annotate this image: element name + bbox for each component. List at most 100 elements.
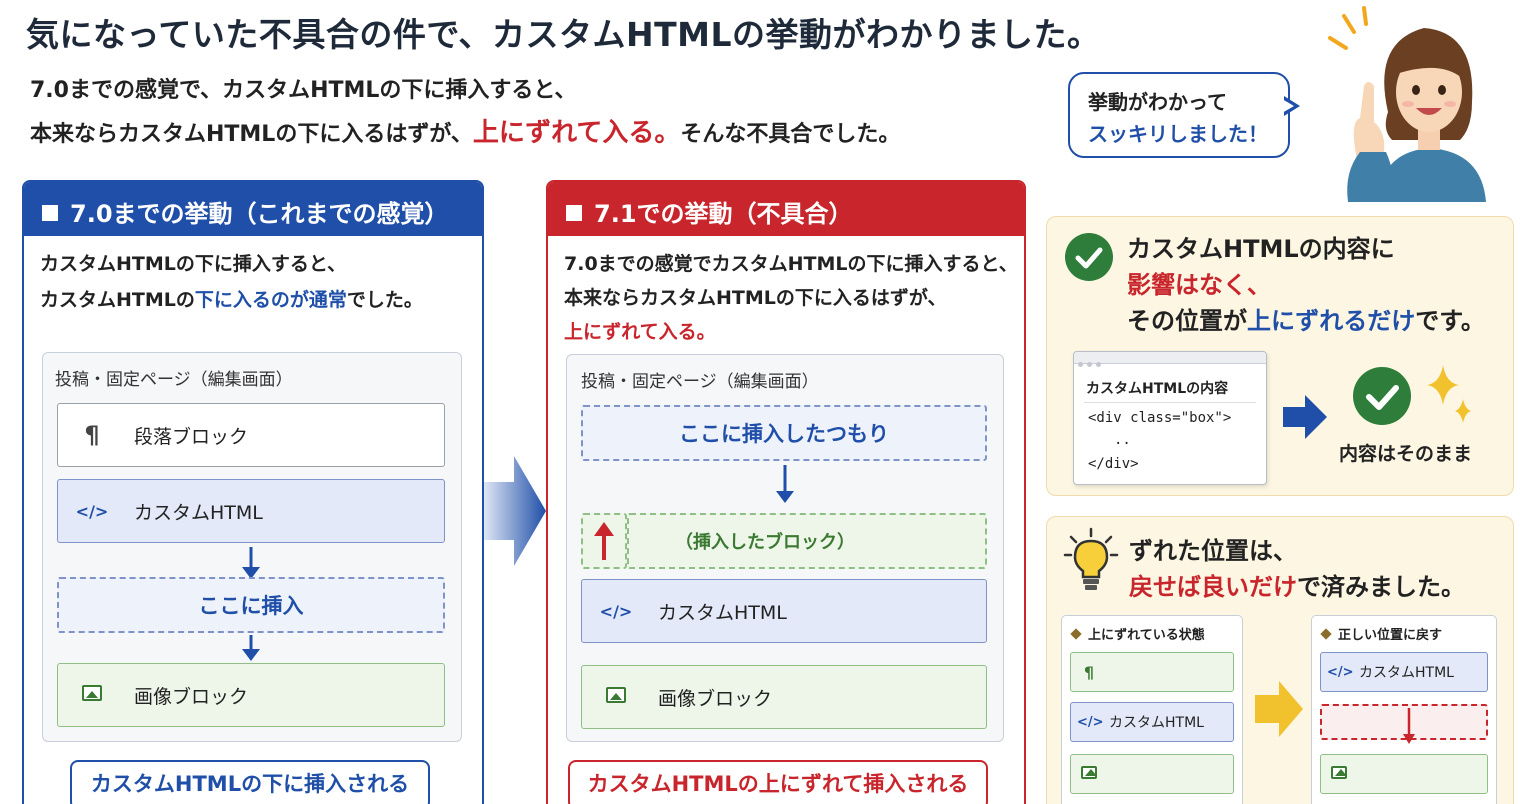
image-icon-wrap [1327,765,1351,783]
code-window: カスタムHTMLの内容 <div class="box"> .. </div> [1073,351,1267,485]
panel-7-1-heading: 7.1での挙動（不具合） [548,182,1024,236]
code-line-2: .. [1114,432,1131,448]
code-icon: </> [1327,664,1354,680]
image-icon [1331,765,1347,779]
code-icon: </> [1077,714,1104,730]
sparkle-lines-icon [1328,6,1368,50]
panel-7-1-heading-text: 7.1での挙動（不具合） [594,200,853,228]
diamond-bullet-icon [1320,628,1332,640]
content-unchanged-label: 内容はそのまま [1339,443,1473,465]
intro-line-2-a: 本来ならカスタムHTMLの下に入るはずが、 [30,122,473,147]
custom-html-block[interactable]: </> カスタムHTML [57,479,445,543]
lightbulb-icon [1063,527,1119,590]
content-unaffected-card: カスタムHTMLの内容に 影響はなく、 その位置が上にずれるだけです。 カスタム… [1046,216,1514,496]
paragraph-block-label: 段落ブロック [134,425,249,448]
arrow-right-icon [1283,395,1327,439]
image-block-label: 画像ブロック [658,687,773,710]
intro-line-2-b: そんな不具合でした。 [680,122,901,147]
mini-restored-title: 正しい位置に戻す [1320,624,1443,643]
panel-7-1-desc-line-3: 上にずれて入る。 [564,321,716,343]
intended-insert-target[interactable]: ここに挿入したつもり [581,405,987,461]
image-icon [1081,765,1097,779]
panel-7-0-desc-line-2: カスタムHTMLの下に入るのが通常でした。 [40,282,423,318]
mini-shifted-state: 上にずれている状態 ¶ </> カスタムHTML [1061,615,1243,804]
window-titlebar [1074,352,1266,367]
custom-html-block-label: カスタムHTML [658,601,787,624]
panel-7-1-desc-line-2: 本来ならカスタムHTMLの下に入るはずが、 [564,287,947,309]
speech-bubble: 挙動がわかって スッキリしました！ [1068,72,1290,158]
card1-line-1: カスタムHTMLの内容に [1127,235,1395,263]
image-icon-wrap [72,684,112,706]
code-icon: </> [75,501,109,521]
mini-custom-html-block: </> カスタムHTML [1070,702,1234,742]
result-label-7-0: カスタムHTMLの下に挿入される [70,760,430,804]
image-block-label: 画像ブロック [134,685,249,708]
mini-restored-title-text: 正しい位置に戻す [1338,628,1443,643]
panel-7-1-desc-line-1: 7.0までの感覚でカスタムHTMLの下に挿入すると、 [564,253,1018,275]
square-bullet-icon [42,205,58,221]
yellow-arrow-right-icon [1255,681,1303,737]
editor-screen: 投稿・固定ページ（編集画面） ここに挿入したつもり （挿入したブロック） </>… [566,354,1004,742]
shift-up-indicator [581,513,627,569]
card1-line-3-b: です。 [1415,307,1485,335]
paragraph-icon: ¶ [84,421,100,449]
editor-title: 投稿・固定ページ（編集画面） [55,370,293,390]
diamond-bullet-icon [1070,628,1082,640]
card1-line-3: その位置が上にずれるだけです。 [1127,303,1485,339]
mini-image-block [1070,754,1234,794]
code-icon: </> [599,601,633,621]
paragraph-icon: ¶ [1083,662,1095,682]
card2-line-2-b: で済みました。 [1297,573,1465,601]
paragraph-block[interactable]: ¶ 段落ブロック [57,403,445,467]
image-icon [606,686,626,703]
editor-title: 投稿・固定ページ（編集画面） [581,372,819,392]
image-icon-wrap [1077,765,1101,783]
mini-custom-html-label: カスタムHTML [1359,665,1454,681]
panel-7-0-desc-line-1: カスタムHTMLの下に挿入すると、 [40,253,347,275]
mini-paragraph-block: ¶ [1070,652,1234,692]
card2-line-1: ずれた位置は、 [1129,537,1297,565]
woman-illustration [1328,6,1486,202]
mini-restore-target [1320,704,1488,744]
bubble-line-2: スッキリしました！ [1088,122,1268,146]
custom-html-block[interactable]: </> カスタムHTML [581,579,987,643]
mini-shifted-title: 上にずれている状態 [1070,624,1205,643]
desc-text-end: でした。 [346,289,423,311]
mini-restored-state: 正しい位置に戻す </> カスタムHTML [1311,615,1497,804]
card2-line-2-red: 戻せば良いだけ [1129,573,1297,601]
panel-7-0-behavior: 7.0までの挙動（これまでの感覚） カスタムHTMLの下に挿入すると、 カスタム… [22,180,484,804]
arrow-up-red-icon [594,522,614,560]
editor-screen: 投稿・固定ページ（編集画面） ¶ 段落ブロック </> カスタムHTML ここに… [42,352,462,742]
card1-line-3-a: その位置が [1127,307,1247,335]
code-line-3: </div> [1088,456,1139,472]
check-icon [1353,367,1411,425]
image-icon-wrap [596,686,636,708]
insert-here-target[interactable]: ここに挿入 [57,577,445,633]
image-icon [82,684,102,701]
restore-position-card: ずれた位置は、 戻せば良いだけで済みました。 上にずれている状態 ¶ </> カ… [1046,516,1514,804]
mini-custom-html-label: カスタムHTML [1109,715,1204,731]
sparkle-icon [1427,365,1471,423]
code-line-1: <div class="box"> [1088,410,1232,426]
custom-html-block-label: カスタムHTML [134,501,263,524]
arrow-down-icon [776,465,794,503]
image-block[interactable]: 画像ブロック [57,663,445,727]
image-block[interactable]: 画像ブロック [581,665,987,729]
card1-line-3-blue: 上にずれるだけ [1247,307,1416,335]
square-bullet-icon [566,205,582,221]
arrow-down-icon [242,547,260,579]
panel-7-0-heading-text: 7.0までの挙動（これまでの感覚） [70,200,449,228]
intro-line-2-red: 上にずれて入る。 [472,118,681,148]
panel-7-0-heading: 7.0までの挙動（これまでの感覚） [24,182,482,236]
inserted-block[interactable]: （挿入したブロック） [627,513,987,569]
code-window-title: カスタムHTMLの内容 [1086,381,1229,397]
desc-highlight: 下に入るのが通常 [194,289,347,311]
intro-line-2: 本来ならカスタムHTMLの下に入るはずが、上にずれて入る。そんな不具合でした。 [30,112,900,149]
mini-shifted-title-text: 上にずれている状態 [1088,628,1205,643]
result-label-7-1: カスタムHTMLの上にずれて挿入される [568,760,988,804]
check-icon [1065,233,1113,281]
bubble-tail-inner [1282,99,1294,113]
mini-image-block [1320,754,1488,794]
big-arrow-right-icon [484,456,546,566]
arrow-down-icon [242,635,260,661]
